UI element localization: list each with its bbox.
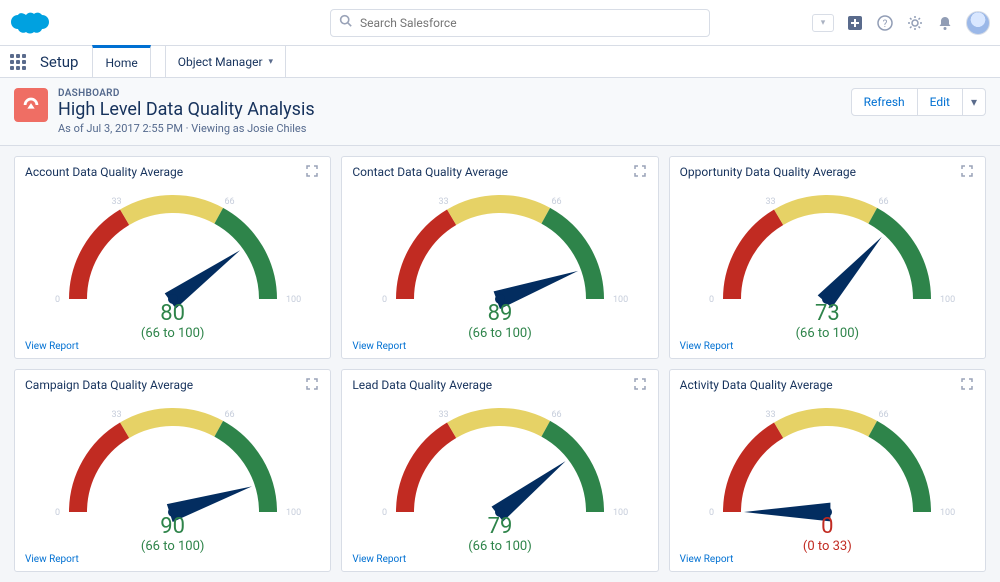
notification-bell-icon[interactable] bbox=[936, 14, 954, 32]
refresh-button[interactable]: Refresh bbox=[851, 88, 918, 116]
svg-text:66: 66 bbox=[551, 410, 561, 420]
app-name: Setup bbox=[40, 53, 78, 71]
gauge-chart: 03366100 bbox=[25, 392, 320, 532]
gauge-chart: 03366100 bbox=[352, 179, 647, 319]
gauge-reading: 90 (66 to 100) bbox=[25, 514, 320, 554]
app-switcher-icon[interactable]: ▾ bbox=[812, 14, 834, 32]
gauge-value: 80 bbox=[25, 301, 320, 326]
view-report-link[interactable]: View Report bbox=[680, 554, 975, 565]
card-title: Opportunity Data Quality Average bbox=[680, 165, 856, 179]
gauge-card: Lead Data Quality Average 03366100 79 (6… bbox=[341, 369, 658, 572]
salesforce-logo-icon bbox=[10, 10, 50, 36]
record-type-label: DASHBOARD bbox=[58, 88, 315, 99]
expand-icon[interactable] bbox=[634, 378, 648, 392]
card-title: Campaign Data Quality Average bbox=[25, 378, 193, 392]
svg-text:33: 33 bbox=[438, 197, 448, 207]
page-title: High Level Data Quality Analysis bbox=[58, 99, 315, 120]
gauge-range: (66 to 100) bbox=[25, 539, 320, 554]
expand-icon[interactable] bbox=[634, 165, 648, 179]
expand-icon[interactable] bbox=[306, 378, 320, 392]
global-header: ▾ ? bbox=[0, 0, 1000, 46]
svg-text:66: 66 bbox=[224, 197, 234, 207]
expand-icon[interactable] bbox=[961, 378, 975, 392]
view-report-link[interactable]: View Report bbox=[25, 341, 320, 352]
card-title: Lead Data Quality Average bbox=[352, 378, 492, 392]
tab-home[interactable]: Home bbox=[92, 45, 150, 77]
tab-label: Home bbox=[105, 56, 137, 70]
page-header-text: DASHBOARD High Level Data Quality Analys… bbox=[58, 88, 315, 135]
svg-text:33: 33 bbox=[111, 410, 121, 420]
view-report-link[interactable]: View Report bbox=[352, 554, 647, 565]
gauge-reading: 73 (66 to 100) bbox=[680, 301, 975, 341]
card-header: Lead Data Quality Average bbox=[352, 378, 647, 392]
view-report-link[interactable]: View Report bbox=[352, 341, 647, 352]
svg-text:33: 33 bbox=[766, 197, 776, 207]
tab-object-manager[interactable]: Object Manager ▾ bbox=[165, 46, 286, 78]
edit-button[interactable]: Edit bbox=[918, 88, 963, 116]
page-actions: Refresh Edit ▾ bbox=[851, 88, 986, 116]
card-header: Contact Data Quality Average bbox=[352, 165, 647, 179]
global-search[interactable] bbox=[330, 9, 710, 37]
page-meta: As of Jul 3, 2017 2:55 PM · Viewing as J… bbox=[58, 122, 315, 135]
gauge-value: 73 bbox=[680, 301, 975, 326]
chevron-down-icon: ▾ bbox=[269, 57, 274, 67]
gauge-card: Opportunity Data Quality Average 0336610… bbox=[669, 156, 986, 359]
svg-text:66: 66 bbox=[879, 197, 889, 207]
card-header: Account Data Quality Average bbox=[25, 165, 320, 179]
help-icon[interactable]: ? bbox=[876, 14, 894, 32]
card-title: Account Data Quality Average bbox=[25, 165, 183, 179]
search-input[interactable] bbox=[358, 15, 701, 31]
gauge-range: (66 to 100) bbox=[352, 539, 647, 554]
expand-icon[interactable] bbox=[306, 165, 320, 179]
header-actions: ▾ ? bbox=[812, 11, 990, 35]
user-avatar[interactable] bbox=[966, 11, 990, 35]
svg-text:66: 66 bbox=[879, 410, 889, 420]
app-launcher-icon[interactable] bbox=[10, 54, 26, 70]
gauge-range: (66 to 100) bbox=[352, 326, 647, 341]
gauge-range: (66 to 100) bbox=[680, 326, 975, 341]
svg-text:33: 33 bbox=[766, 410, 776, 420]
gauge-chart: 03366100 bbox=[25, 179, 320, 319]
svg-text:66: 66 bbox=[224, 410, 234, 420]
add-icon[interactable] bbox=[846, 14, 864, 32]
gauge-card: Activity Data Quality Average 03366100 0… bbox=[669, 369, 986, 572]
gauge-chart: 03366100 bbox=[352, 392, 647, 532]
gear-icon[interactable] bbox=[906, 14, 924, 32]
card-title: Contact Data Quality Average bbox=[352, 165, 508, 179]
gauge-card: Account Data Quality Average 03366100 80… bbox=[14, 156, 331, 359]
dashboard-icon bbox=[14, 88, 48, 122]
gauge-reading: 0 (0 to 33) bbox=[680, 514, 975, 554]
gauge-chart: 03366100 bbox=[680, 392, 975, 532]
card-title: Activity Data Quality Average bbox=[680, 378, 833, 392]
tab-label: Object Manager bbox=[178, 55, 263, 69]
gauge-card: Contact Data Quality Average 03366100 89… bbox=[341, 156, 658, 359]
app-nav: Setup Home Object Manager ▾ bbox=[0, 46, 1000, 78]
dashboard-grid: Account Data Quality Average 03366100 80… bbox=[0, 146, 1000, 582]
card-header: Activity Data Quality Average bbox=[680, 378, 975, 392]
view-report-link[interactable]: View Report bbox=[25, 554, 320, 565]
gauge-range: (0 to 33) bbox=[680, 539, 975, 554]
expand-icon[interactable] bbox=[961, 165, 975, 179]
svg-text:33: 33 bbox=[438, 410, 448, 420]
gauge-reading: 89 (66 to 100) bbox=[352, 301, 647, 341]
gauge-value: 89 bbox=[352, 301, 647, 326]
gauge-reading: 79 (66 to 100) bbox=[352, 514, 647, 554]
svg-text:66: 66 bbox=[551, 197, 561, 207]
svg-text:?: ? bbox=[883, 19, 888, 30]
view-report-link[interactable]: View Report bbox=[680, 341, 975, 352]
gauge-range: (66 to 100) bbox=[25, 326, 320, 341]
card-header: Opportunity Data Quality Average bbox=[680, 165, 975, 179]
card-header: Campaign Data Quality Average bbox=[25, 378, 320, 392]
page-header: DASHBOARD High Level Data Quality Analys… bbox=[0, 78, 1000, 146]
svg-text:33: 33 bbox=[111, 197, 121, 207]
search-icon bbox=[339, 14, 352, 31]
more-actions-button[interactable]: ▾ bbox=[963, 88, 986, 116]
gauge-reading: 80 (66 to 100) bbox=[25, 301, 320, 341]
gauge-chart: 03366100 bbox=[680, 179, 975, 319]
gauge-card: Campaign Data Quality Average 03366100 9… bbox=[14, 369, 331, 572]
